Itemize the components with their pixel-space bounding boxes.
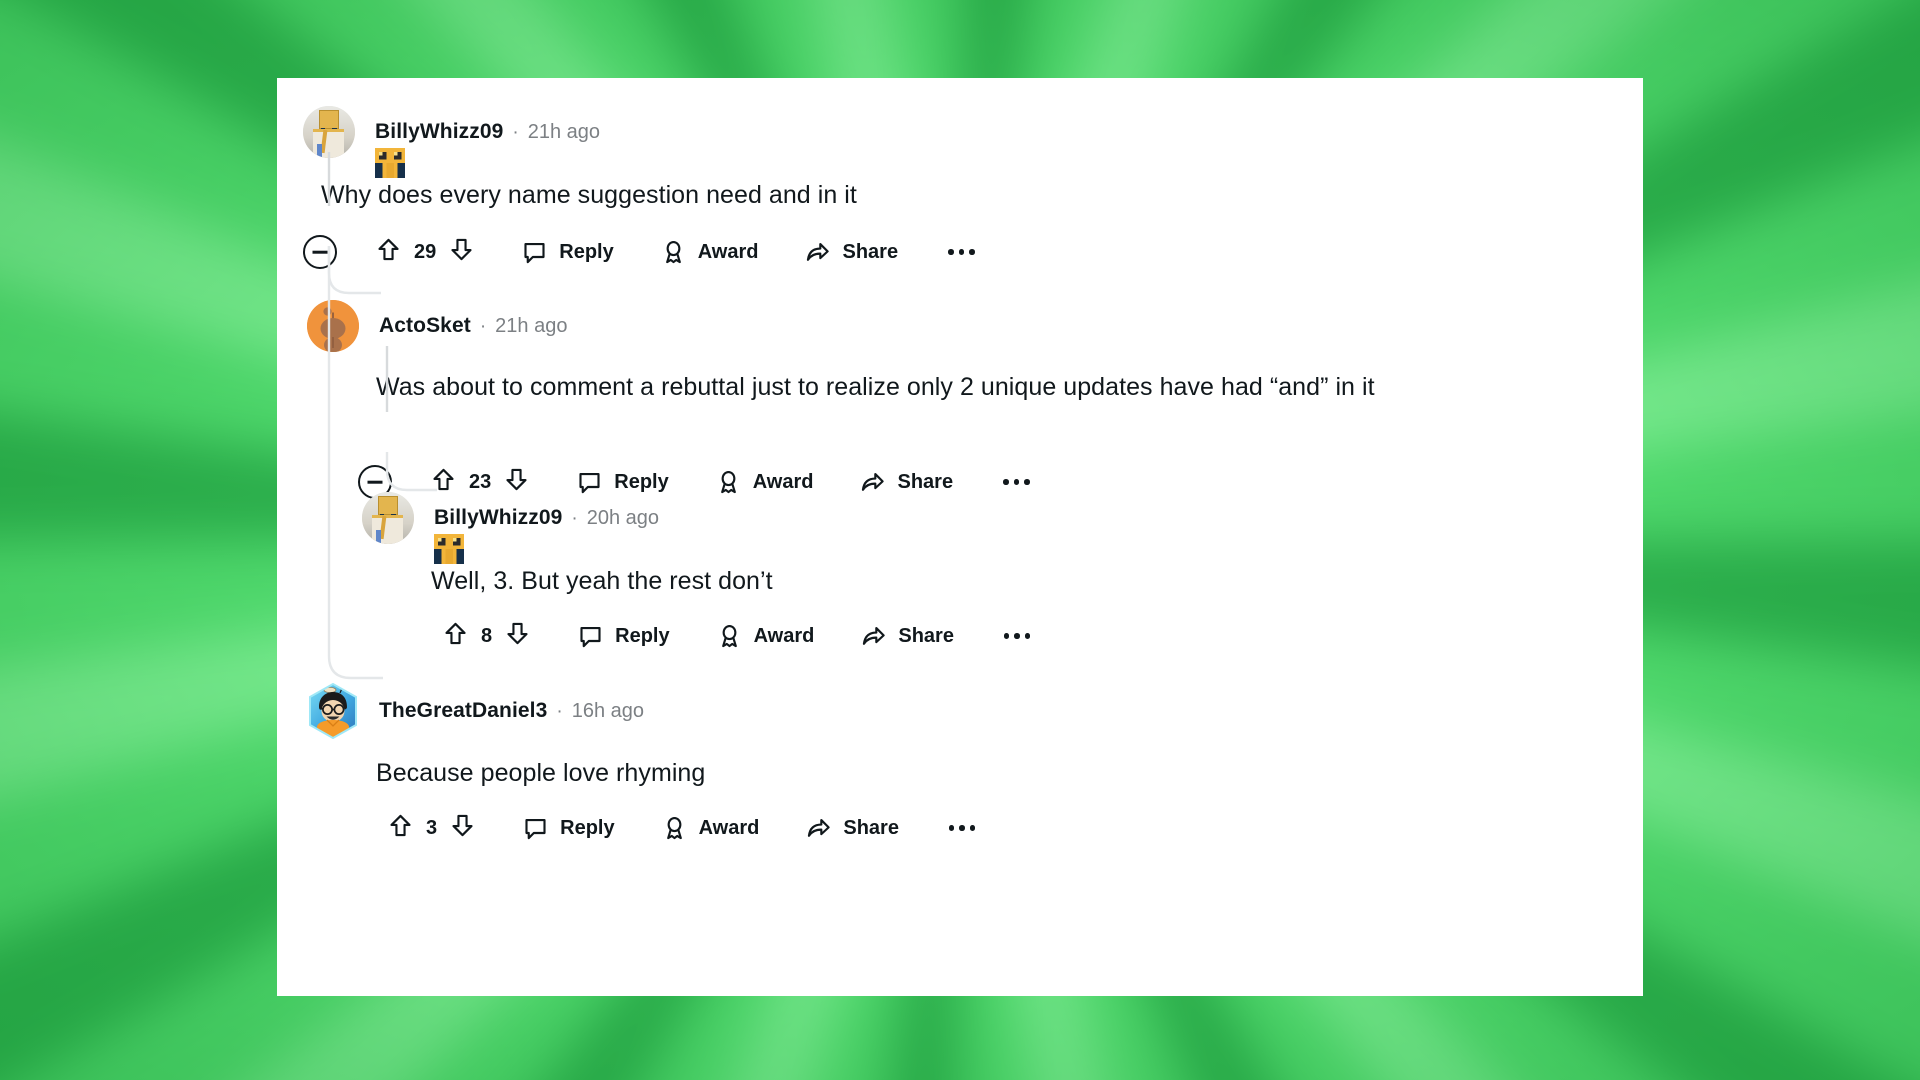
award-button[interactable]: Award: [716, 623, 815, 650]
award-button[interactable]: Award: [715, 469, 814, 496]
comment-body: Because people love rhyming: [376, 759, 706, 787]
award-label: Award: [752, 470, 814, 493]
comment-thread-card: BillyWhizz09 · 21h ago Why does every na…: [277, 78, 1643, 996]
share-button[interactable]: Share: [860, 623, 954, 650]
comment-header: BillyWhizz09 · 21h ago: [303, 106, 600, 178]
comment-body: Was about to comment a rebuttal just to …: [376, 373, 1375, 401]
upvote-button[interactable]: [387, 812, 414, 844]
reply-button[interactable]: Reply: [521, 239, 614, 266]
comment-body: Well, 3. But yeah the rest don’t: [431, 567, 773, 595]
share-button[interactable]: Share: [804, 239, 898, 266]
upvote-button[interactable]: [442, 620, 469, 652]
vote-group: 8: [442, 620, 531, 652]
reply-button[interactable]: Reply: [577, 623, 670, 650]
comment-header: BillyWhizz09 · 20h ago: [362, 492, 659, 564]
downvote-button[interactable]: [448, 236, 475, 268]
overflow-menu-icon[interactable]: [1000, 627, 1035, 645]
upvote-button[interactable]: [375, 236, 402, 268]
reply-button[interactable]: Reply: [522, 815, 615, 842]
avatar[interactable]: [303, 106, 355, 158]
award-button[interactable]: Award: [660, 239, 759, 266]
comment-meta: ActoSket · 21h ago: [379, 314, 567, 338]
snoo-icon: [307, 300, 359, 352]
share-button[interactable]: Share: [805, 815, 899, 842]
award-button[interactable]: Award: [661, 815, 760, 842]
reply-label: Reply: [560, 816, 615, 839]
vote-score: 8: [481, 624, 493, 647]
comment-actions: 8 Reply Award Share: [442, 610, 1034, 662]
comment-author[interactable]: ActoSket: [379, 314, 471, 338]
downvote-button[interactable]: [504, 620, 531, 652]
meta-separator: ·: [479, 316, 487, 337]
avatar[interactable]: [362, 492, 414, 544]
reply-label: Reply: [559, 240, 614, 263]
minecraft-pixel-emoji-icon: [375, 148, 405, 178]
comment-actions: 3 Reply Award Share: [387, 802, 979, 854]
share-label: Share: [897, 470, 954, 493]
share-label: Share: [842, 240, 899, 263]
award-label: Award: [697, 240, 759, 263]
award-label: Award: [753, 624, 815, 647]
meta-separator: ·: [571, 508, 578, 529]
vote-group: 3: [387, 812, 476, 844]
share-button[interactable]: Share: [859, 469, 953, 496]
comment-header: ActoSket · 21h ago: [307, 300, 567, 352]
meta-separator: ·: [556, 701, 563, 722]
avatar[interactable]: [307, 682, 359, 740]
share-label: Share: [898, 624, 954, 647]
comment-author[interactable]: BillyWhizz09: [434, 506, 562, 530]
collapse-thread-button[interactable]: [303, 235, 337, 269]
vote-score: 3: [426, 816, 438, 839]
comment-meta: BillyWhizz09 · 20h ago: [434, 506, 659, 530]
meta-separator: ·: [512, 122, 519, 143]
vote-score: 23: [469, 470, 492, 493]
comment-timestamp: 21h ago: [527, 121, 601, 143]
overflow-menu-icon[interactable]: [999, 473, 1034, 491]
overflow-menu-icon[interactable]: [944, 243, 979, 261]
comment-body: Why does every name suggestion need and …: [321, 181, 857, 209]
comment-timestamp: 20h ago: [586, 507, 660, 529]
comment-actions: 29 Reply Award Share: [277, 226, 979, 278]
reddit-hex-avatar-icon: [309, 682, 357, 740]
comment-meta: TheGreatDaniel3 · 16h ago: [379, 699, 644, 723]
reply-label: Reply: [615, 624, 670, 647]
award-label: Award: [698, 816, 760, 839]
overflow-menu-icon[interactable]: [945, 819, 980, 837]
minecraft-pixel-emoji-icon: [434, 534, 464, 564]
comment-meta: BillyWhizz09 · 21h ago: [375, 120, 600, 144]
avatar[interactable]: [307, 300, 359, 352]
comment-timestamp: 16h ago: [571, 700, 645, 722]
comment-header: TheGreatDaniel3 · 16h ago: [307, 682, 644, 740]
share-label: Share: [843, 816, 899, 839]
downvote-button[interactable]: [449, 812, 476, 844]
comment-timestamp: 21h ago: [495, 315, 568, 337]
vote-group: 29: [375, 236, 475, 268]
comment-author[interactable]: TheGreatDaniel3: [379, 699, 547, 723]
vote-score: 29: [414, 240, 437, 263]
reply-button[interactable]: Reply: [576, 469, 669, 496]
comment-author[interactable]: BillyWhizz09: [375, 120, 503, 144]
reply-label: Reply: [614, 470, 669, 493]
